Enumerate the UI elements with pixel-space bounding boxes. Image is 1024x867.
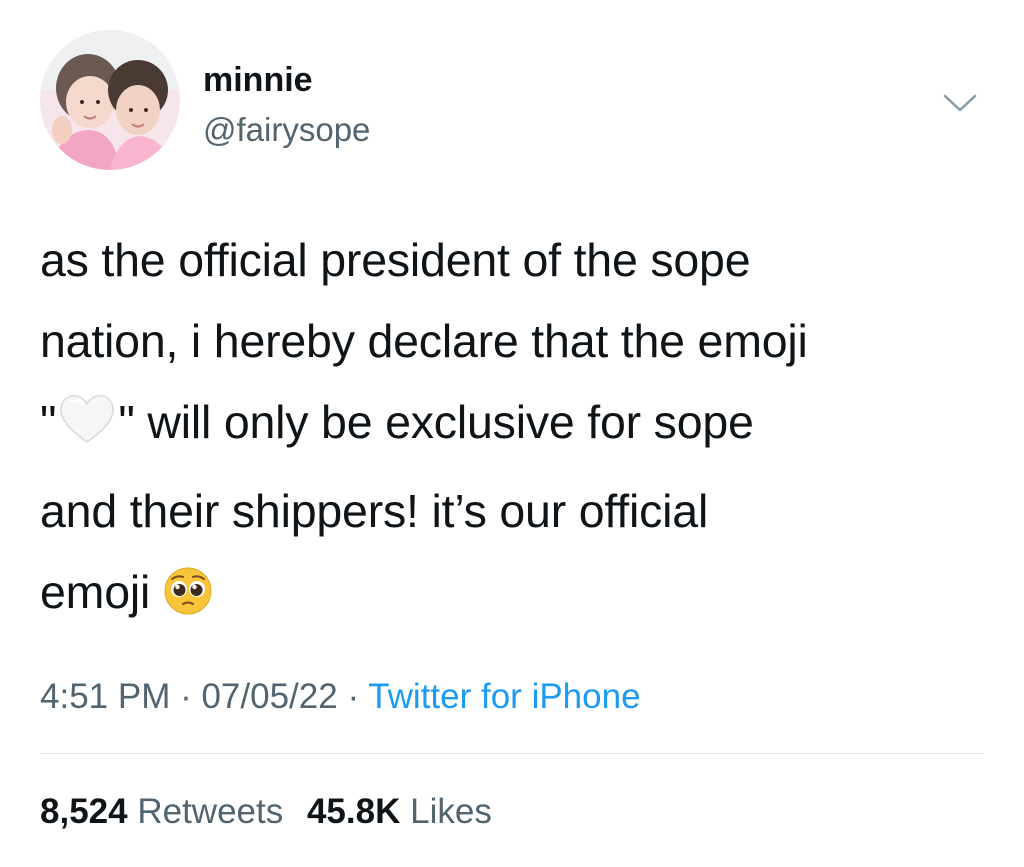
retweets-label: Retweets xyxy=(137,792,284,831)
tweet-line: " " will only be exclusive for sope xyxy=(40,382,980,471)
meta-separator: · xyxy=(337,677,369,716)
tweet-text: as the official president of the sope na… xyxy=(40,220,980,641)
chevron-down-icon[interactable] xyxy=(935,88,985,118)
white-heart-emoji xyxy=(56,390,118,471)
tweet-line: and their shippers! it’s our official xyxy=(40,485,709,537)
quote-close: " will only be exclusive for sope xyxy=(118,396,754,448)
tweet-line: as the official president of the sope xyxy=(40,234,751,286)
divider xyxy=(40,753,984,754)
likes-count: 45.8K xyxy=(306,792,401,831)
likes-link[interactable]: 45.8K Likes xyxy=(307,792,492,831)
tweet-stats: 8,524 Retweets 45.8K Likes xyxy=(40,790,492,834)
tweet-line: nation, i hereby declare that the emoji xyxy=(40,315,808,367)
meta-separator: · xyxy=(170,677,202,716)
retweets-count: 8,524 xyxy=(40,792,128,831)
tweet-date[interactable]: 07/05/22 xyxy=(201,677,337,716)
tweet-metadata: 4:51 PM · 07/05/22 · Twitter for iPhone xyxy=(40,675,641,719)
tweet-time[interactable]: 4:51 PM xyxy=(40,677,170,716)
avatar[interactable] xyxy=(40,30,180,170)
tweet-line: emoji xyxy=(40,552,980,641)
tweet-card: minnie @fairysope as the official presid… xyxy=(0,0,1024,867)
user-handle[interactable]: @fairysope xyxy=(203,108,370,152)
likes-label: Likes xyxy=(410,792,492,831)
pleading-face-emoji xyxy=(163,560,213,641)
quote-open: " xyxy=(40,396,57,448)
retweets-link[interactable]: 8,524 Retweets xyxy=(40,792,283,831)
display-name[interactable]: minnie xyxy=(203,58,313,102)
tweet-source-link[interactable]: Twitter for iPhone xyxy=(368,677,640,716)
avatar-photo xyxy=(40,30,180,170)
tweet-word: emoji xyxy=(40,566,151,618)
